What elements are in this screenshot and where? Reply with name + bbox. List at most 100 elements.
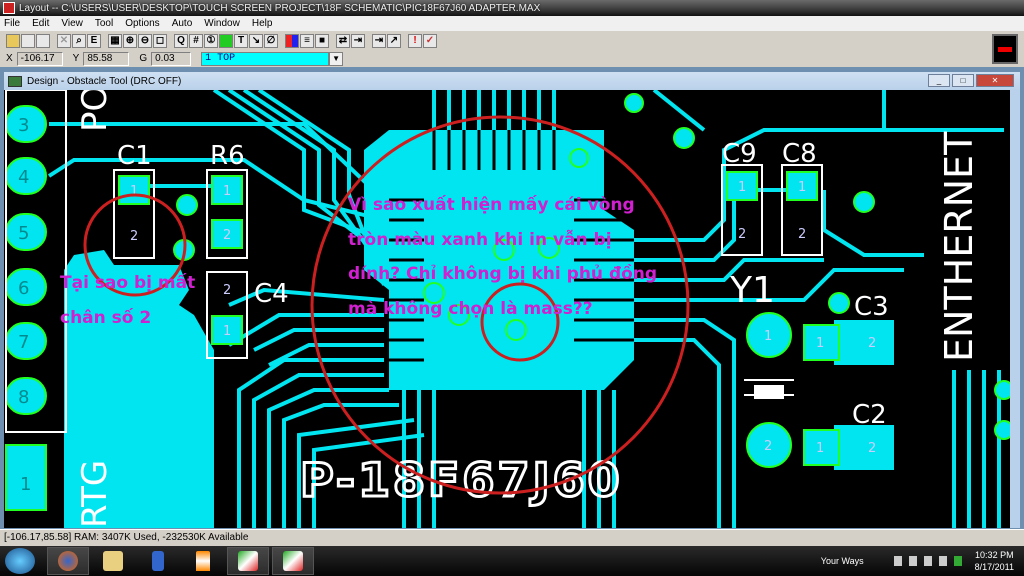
taskbar-explorer[interactable] [92,547,134,575]
text-icon[interactable]: T [234,33,248,48]
delete-icon[interactable]: ✕ [57,33,71,48]
system-tray: Your Ways 10:32 PM 8/17/2011 [821,546,1024,576]
tray-toolbar-label[interactable]: Your Ways [821,556,864,566]
pad-number: 2 [223,228,231,243]
grid-icon[interactable]: # [189,33,203,48]
window-title: Layout -- C:\USERS\USER\DESKTOP\TOUCH SC… [19,2,541,14]
label-c8: C8 [782,139,817,169]
taskbar-layout-1[interactable] [227,547,269,575]
pad-number: 2 [738,227,746,242]
pin-icon[interactable]: ① [204,33,218,48]
pad-number: 2 [764,439,772,454]
volume-icon[interactable] [938,556,947,566]
label-y1: Y1 [729,270,775,311]
menu-tool[interactable]: Tool [95,18,113,29]
save-icon[interactable] [21,33,35,48]
clock-date: 8/17/2011 [974,562,1014,572]
status-bar: [-106.17,85.58] RAM: 3407K Used, -232530… [0,529,1024,546]
annotation-center-line: dính? Chỉ không bị khi phủ đồng [348,263,657,284]
child-window-titlebar: Design - Obstacle Tool (DRC OFF) _ □ ✕ [4,72,1020,90]
pcb-canvas[interactable]: 3 4 5 6 7 8 1 1 2 1 2 2 1 1 2 1 2 1 2 1 … [4,90,1010,528]
x-value: -106.17 [16,51,63,66]
close-button[interactable]: ✕ [976,74,1014,87]
menu-window[interactable]: Window [204,18,240,29]
spreadsheet-icon[interactable]: ▦ [108,33,122,48]
open-icon[interactable] [6,33,20,48]
vertical-scrollbar[interactable] [1010,90,1020,528]
check-icon[interactable]: ✓ [423,33,437,48]
start-button[interactable] [5,548,35,574]
y-value: 85.58 [83,51,130,66]
pin-label: 3 [18,115,29,136]
grid-label: G [139,53,148,64]
chevron-down-icon[interactable]: ▼ [329,51,344,66]
annotation-center-line: tròn màu xanh khi in vẫn bị [348,228,612,250]
y-label: Y [72,53,80,64]
pad-number: 2 [868,441,876,456]
layer-select[interactable]: 1 TOP [201,51,330,66]
zoom-all-icon[interactable]: ◻ [153,33,167,48]
maximize-button[interactable]: □ [952,74,974,87]
child-window-title: Design - Obstacle Tool (DRC OFF) [27,75,182,87]
device-icon[interactable] [908,556,917,566]
menu-help[interactable]: Help [252,18,273,29]
error-icon[interactable]: ∅ [264,33,278,48]
label-po: PO [75,90,115,132]
autoroute-icon[interactable]: ⇥ [351,33,365,48]
route-icon[interactable]: ↗ [387,33,401,48]
library-icon[interactable] [36,33,50,48]
menu-file[interactable]: File [4,18,20,29]
label-chip: P-18F67J60 [300,453,623,507]
taskbar-layout-2[interactable] [272,547,314,575]
drc-error-icon[interactable]: ! [408,33,422,48]
drc-icon[interactable]: ≡ [300,33,314,48]
menu-auto[interactable]: Auto [172,18,193,29]
label-c9: C9 [722,139,757,169]
shove-icon[interactable]: ⇥ [372,33,386,48]
clock[interactable]: 10:32 PM 8/17/2011 [975,549,1014,573]
label-rtg: RTG [75,460,115,528]
reconnect-icon[interactable]: ⇄ [336,33,350,48]
taskbar-vlc[interactable] [182,547,224,575]
query-icon[interactable]: Q [174,33,188,48]
layer-color-indicator [992,34,1018,64]
color-icon[interactable] [285,33,299,48]
annotation-left-line: Tại sao bị mất [60,272,195,293]
design-icon [8,75,22,87]
coordinate-bar: X -106.17 Y 85.58 G 0.03 1 TOP ▼ [0,50,1024,67]
connection-icon[interactable]: ↘ [249,33,263,48]
pad-number: 2 [223,283,231,298]
grid-value[interactable]: 0.03 [151,51,192,66]
edit-icon[interactable]: E [87,33,101,48]
flag-icon[interactable] [893,556,902,566]
update-icon[interactable] [953,556,962,566]
obstacle-icon[interactable] [219,33,233,48]
pin-label: 5 [18,223,29,244]
label-c1: C1 [117,141,152,171]
label-c2: C2 [852,400,887,430]
x-label: X [6,53,13,64]
pad-number: 1 [764,329,772,344]
component-icon[interactable]: ■ [315,33,329,48]
pcb-view[interactable]: 3 4 5 6 7 8 1 1 2 1 2 2 1 1 2 1 2 1 2 1 … [4,90,1010,528]
label-r6: R6 [210,141,245,171]
menu-view[interactable]: View [61,18,83,29]
find-icon[interactable]: ⌕ [72,33,86,48]
label-c3: C3 [854,292,889,322]
menu-options[interactable]: Options [125,18,159,29]
annotation-center-line: Vì sao xuất hiện mấy cái vòng [348,194,635,215]
network-icon[interactable] [923,556,932,566]
label-ethernet: ENTHERNET [937,131,981,362]
pin-label: 8 [18,387,29,408]
zoom-out-icon[interactable]: ⊖ [138,33,152,48]
zoom-in-icon[interactable]: ⊕ [123,33,137,48]
taskbar-firefox[interactable] [47,547,89,575]
taskbar-media-player[interactable] [137,547,179,575]
annotation-left-line: chân số 2 [60,307,151,328]
pin-label: 1 [20,474,31,495]
pad-number: 1 [223,324,231,339]
pad-number: 1 [738,180,746,195]
minimize-button[interactable]: _ [928,74,950,87]
toolbar: ✕ ⌕ E ▦ ⊕ ⊖ ◻ Q # ① T ↘ ∅ ≡ ■ ⇄ ⇥ ⇥ ↗ ! … [0,31,1024,50]
menu-edit[interactable]: Edit [32,18,49,29]
